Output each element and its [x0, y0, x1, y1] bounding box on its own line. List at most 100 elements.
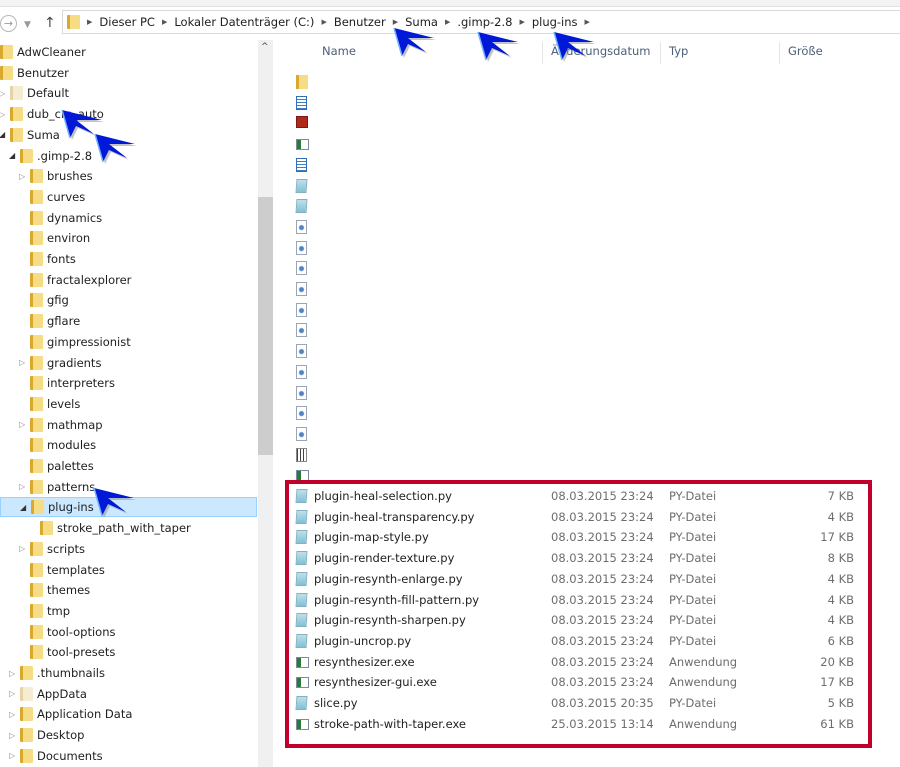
column-divider[interactable] [660, 42, 661, 64]
expand-icon[interactable]: ▷ [0, 89, 5, 98]
tree-item[interactable]: tool-options [0, 622, 257, 642]
tree-item[interactable]: ▷dub_cm_auto [0, 104, 257, 124]
expand-icon[interactable]: ▷ [9, 731, 15, 740]
tree-item[interactable]: themes [0, 580, 257, 600]
tree-item[interactable]: ▷ .thumbnails [0, 663, 257, 683]
file-row[interactable]: slice.py 08.03.2015 20:35 PY-Datei 5 KB [290, 693, 870, 713]
file-row[interactable] [290, 424, 870, 444]
breadcrumb-separator-icon[interactable]: ▶ [442, 18, 453, 26]
tree-item[interactable]: environ [0, 228, 257, 248]
file-row[interactable] [290, 196, 870, 216]
expand-icon[interactable]: ▷ [19, 420, 25, 429]
breadcrumb-separator-icon[interactable]: ▶ [582, 18, 593, 26]
tree-item[interactable]: AdwCleaner [0, 42, 257, 62]
tree-item[interactable]: ▷ Application Data [0, 704, 257, 724]
file-row[interactable] [290, 300, 870, 320]
breadcrumb-separator-icon[interactable]: ▶ [84, 18, 95, 26]
file-row[interactable]: plugin-map-style.py 08.03.2015 23:24 PY-Da… [290, 527, 870, 547]
breadcrumb-item[interactable]: Dieser PC [95, 15, 159, 29]
expand-icon[interactable]: ▷ [19, 358, 25, 367]
expand-icon[interactable]: ▷ [9, 751, 15, 760]
file-row[interactable]: plugin-resynth-fill-pattern.py 08.03.2015… [290, 590, 870, 610]
tree-item[interactable]: palettes [0, 456, 257, 476]
tree-item[interactable]: curves [0, 187, 257, 207]
tree-item[interactable]: fonts [0, 249, 257, 269]
file-row[interactable] [290, 341, 870, 361]
tree-item[interactable]: templates [0, 560, 257, 580]
expand-icon[interactable]: ▷ [9, 669, 15, 678]
expand-icon[interactable]: ▷ [9, 710, 15, 719]
file-row[interactable] [290, 362, 870, 382]
tree-item[interactable]: interpreters [0, 373, 257, 393]
file-row[interactable]: resynthesizer.exe 08.03.2015 23:24 Anwendu… [290, 652, 870, 672]
column-header-type[interactable]: Typ [669, 44, 688, 64]
tree-item[interactable]: tmp [0, 601, 257, 621]
tree-item[interactable]: ▷ Default [0, 83, 257, 103]
tree-item[interactable]: gflare [0, 311, 257, 331]
breadcrumb-item[interactable]: Benutzer [330, 15, 390, 29]
file-row[interactable]: plugin-heal-selection.py 08.03.2015 23:24… [290, 486, 870, 506]
back-arrow-icon[interactable]: → [0, 15, 17, 32]
column-header-name[interactable]: Name [322, 44, 356, 64]
chevron-down-icon[interactable]: ▼ [24, 16, 31, 34]
file-row[interactable] [290, 217, 870, 237]
tree-item[interactable]: ▷ mathmap [0, 415, 257, 435]
tree-item[interactable]: ▷ brushes [0, 166, 257, 186]
file-row[interactable] [290, 134, 870, 154]
tree-item[interactable]: Benutzer [0, 63, 257, 83]
tree-item[interactable]: dynamics [0, 208, 257, 228]
expand-icon[interactable]: ▷ [19, 172, 25, 181]
file-row[interactable]: plugin-resynth-enlarge.py 08.03.2015 23:2… [290, 569, 870, 589]
file-row[interactable] [290, 279, 870, 299]
file-row[interactable]: resynthesizer-gui.exe 08.03.2015 23:24 Anw… [290, 672, 870, 692]
tree-item[interactable]: fractalexplorer [0, 270, 257, 290]
tree-item[interactable]: ▷ scripts [0, 539, 257, 559]
file-row[interactable] [290, 176, 870, 196]
file-row[interactable]: plugin-render-texture.py 08.03.2015 23:24… [290, 548, 870, 568]
tree-item[interactable]: ▷ Desktop [0, 725, 257, 745]
file-row[interactable] [290, 113, 870, 133]
file-row[interactable] [290, 403, 870, 423]
tree-item[interactable]: ▷ AppData [0, 684, 257, 704]
file-row[interactable]: stroke-path-with-taper.exe 25.03.2015 13:… [290, 714, 870, 734]
collapse-icon[interactable]: ◢ [9, 151, 15, 160]
column-header-size[interactable]: Größe [788, 44, 823, 64]
scroll-up-icon[interactable]: ^ [261, 42, 269, 52]
file-row[interactable]: plugin-heal-transparency.py 08.03.2015 23… [290, 507, 870, 527]
collapse-icon[interactable]: ◢ [0, 130, 5, 139]
tree-scrollbar[interactable]: ^ [258, 40, 273, 767]
tree-item[interactable]: levels [0, 394, 257, 414]
breadcrumb-separator-icon[interactable]: ▶ [159, 18, 170, 26]
tree-item[interactable]: ▷ Documents [0, 746, 257, 766]
expand-icon[interactable]: ▷ [0, 110, 5, 119]
tree-item[interactable]: tool-presets [0, 642, 257, 662]
expand-icon[interactable]: ▷ [9, 689, 15, 698]
breadcrumb-separator-icon[interactable]: ▶ [516, 18, 527, 26]
collapse-icon[interactable]: ◢ [20, 503, 26, 512]
breadcrumb-item[interactable]: Lokaler Datenträger (C:) [170, 15, 318, 29]
file-row[interactable] [290, 445, 870, 465]
breadcrumb-separator-icon[interactable]: ▶ [390, 18, 401, 26]
file-row[interactable]: plugin-uncrop.py 08.03.2015 23:24 PY-Datei… [290, 631, 870, 651]
file-row[interactable] [290, 93, 870, 113]
breadcrumb-item[interactable]: .gimp-2.8 [453, 15, 516, 29]
scrollbar-thumb[interactable] [258, 197, 273, 455]
breadcrumb-separator-icon[interactable]: ▶ [318, 18, 329, 26]
file-row[interactable] [290, 72, 870, 92]
file-row[interactable] [290, 238, 870, 258]
file-row[interactable]: plugin-resynth-sharpen.py 08.03.2015 23:2… [290, 610, 870, 630]
tree-item[interactable]: gfig [0, 290, 257, 310]
breadcrumb-item[interactable]: plug-ins [528, 15, 582, 29]
tree-item[interactable]: modules [0, 435, 257, 455]
tree-item[interactable]: ▷ gradients [0, 353, 257, 373]
file-row[interactable] [290, 320, 870, 340]
expand-icon[interactable]: ▷ [19, 482, 25, 491]
file-row[interactable] [290, 155, 870, 175]
up-arrow-icon[interactable]: ↑ [44, 14, 56, 32]
file-row[interactable] [290, 258, 870, 278]
file-row[interactable] [290, 465, 870, 485]
tree-item[interactable]: gimpressionist [0, 332, 257, 352]
file-row[interactable] [290, 383, 870, 403]
expand-icon[interactable]: ▷ [19, 544, 25, 553]
column-divider[interactable] [542, 42, 543, 64]
